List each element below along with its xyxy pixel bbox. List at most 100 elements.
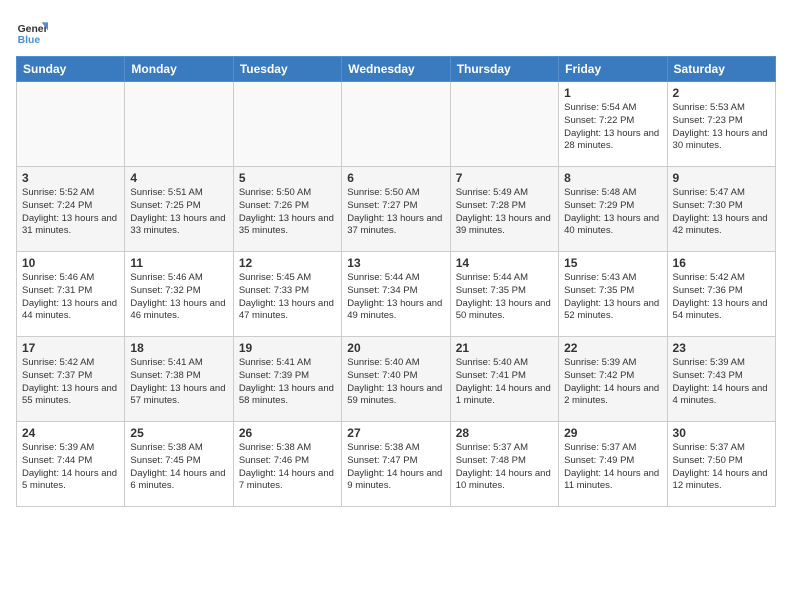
calendar-table: SundayMondayTuesdayWednesdayThursdayFrid… <box>16 56 776 507</box>
day-number: 14 <box>456 256 553 270</box>
calendar-cell <box>125 82 233 167</box>
calendar-week-0: 1 Sunrise: 5:54 AM Sunset: 7:22 PM Daylig… <box>17 82 776 167</box>
day-number: 25 <box>130 426 227 440</box>
day-number: 1 <box>564 86 661 100</box>
day-info: Sunrise: 5:41 AM Sunset: 7:38 PM Dayligh… <box>130 357 227 408</box>
day-info: Sunrise: 5:47 AM Sunset: 7:30 PM Dayligh… <box>673 187 770 238</box>
day-info: Sunrise: 5:40 AM Sunset: 7:40 PM Dayligh… <box>347 357 444 408</box>
calendar-cell: 19 Sunrise: 5:41 AM Sunset: 7:39 PM Dayli… <box>233 337 341 422</box>
day-info: Sunrise: 5:37 AM Sunset: 7:49 PM Dayligh… <box>564 442 661 493</box>
calendar-cell <box>450 82 558 167</box>
day-info: Sunrise: 5:38 AM Sunset: 7:46 PM Dayligh… <box>239 442 336 493</box>
calendar-cell: 3 Sunrise: 5:52 AM Sunset: 7:24 PM Daylig… <box>17 167 125 252</box>
day-info: Sunrise: 5:45 AM Sunset: 7:33 PM Dayligh… <box>239 272 336 323</box>
calendar-cell: 9 Sunrise: 5:47 AM Sunset: 7:30 PM Daylig… <box>667 167 775 252</box>
calendar-cell <box>233 82 341 167</box>
day-info: Sunrise: 5:46 AM Sunset: 7:32 PM Dayligh… <box>130 272 227 323</box>
day-info: Sunrise: 5:39 AM Sunset: 7:44 PM Dayligh… <box>22 442 119 493</box>
calendar-header-thursday: Thursday <box>450 57 558 82</box>
day-number: 30 <box>673 426 770 440</box>
calendar-header-friday: Friday <box>559 57 667 82</box>
day-number: 21 <box>456 341 553 355</box>
day-number: 4 <box>130 171 227 185</box>
svg-text:General: General <box>18 24 48 35</box>
day-number: 15 <box>564 256 661 270</box>
calendar-cell: 24Sunrise: 5:39 AM Sunset: 7:44 PM Dayli… <box>17 422 125 507</box>
day-info: Sunrise: 5:50 AM Sunset: 7:27 PM Dayligh… <box>347 187 444 238</box>
day-info: Sunrise: 5:50 AM Sunset: 7:26 PM Dayligh… <box>239 187 336 238</box>
calendar-cell: 21 Sunrise: 5:40 AM Sunset: 7:41 PM Dayli… <box>450 337 558 422</box>
day-info: Sunrise: 5:54 AM Sunset: 7:22 PM Dayligh… <box>564 102 661 153</box>
day-number: 2 <box>673 86 770 100</box>
calendar-header-sunday: Sunday <box>17 57 125 82</box>
calendar-cell: 20 Sunrise: 5:40 AM Sunset: 7:40 PM Dayli… <box>342 337 450 422</box>
day-info: Sunrise: 5:48 AM Sunset: 7:29 PM Dayligh… <box>564 187 661 238</box>
day-number: 8 <box>564 171 661 185</box>
day-number: 29 <box>564 426 661 440</box>
day-number: 17 <box>22 341 119 355</box>
day-number: 16 <box>673 256 770 270</box>
calendar-cell: 4Sunrise: 5:51 AM Sunset: 7:25 PM Daylig… <box>125 167 233 252</box>
logo: General Blue <box>16 16 48 48</box>
day-number: 26 <box>239 426 336 440</box>
calendar-cell: 16 Sunrise: 5:42 AM Sunset: 7:36 PM Dayli… <box>667 252 775 337</box>
day-info: Sunrise: 5:38 AM Sunset: 7:47 PM Dayligh… <box>347 442 444 493</box>
calendar-cell: 23 Sunrise: 5:39 AM Sunset: 7:43 PM Dayli… <box>667 337 775 422</box>
calendar-cell: 28Sunrise: 5:37 AM Sunset: 7:48 PM Dayli… <box>450 422 558 507</box>
calendar-cell <box>17 82 125 167</box>
day-info: Sunrise: 5:38 AM Sunset: 7:45 PM Dayligh… <box>130 442 227 493</box>
calendar-cell: 18Sunrise: 5:41 AM Sunset: 7:38 PM Dayli… <box>125 337 233 422</box>
calendar-cell: 17 Sunrise: 5:42 AM Sunset: 7:37 PM Dayli… <box>17 337 125 422</box>
day-info: Sunrise: 5:42 AM Sunset: 7:37 PM Dayligh… <box>22 357 119 408</box>
calendar-cell: 7Sunrise: 5:49 AM Sunset: 7:28 PM Daylig… <box>450 167 558 252</box>
day-info: Sunrise: 5:40 AM Sunset: 7:41 PM Dayligh… <box>456 357 553 408</box>
day-info: Sunrise: 5:39 AM Sunset: 7:42 PM Dayligh… <box>564 357 661 408</box>
calendar-week-1: 3 Sunrise: 5:52 AM Sunset: 7:24 PM Daylig… <box>17 167 776 252</box>
day-info: Sunrise: 5:46 AM Sunset: 7:31 PM Dayligh… <box>22 272 119 323</box>
calendar-cell: 13 Sunrise: 5:44 AM Sunset: 7:34 PM Dayli… <box>342 252 450 337</box>
day-number: 3 <box>22 171 119 185</box>
day-info: Sunrise: 5:44 AM Sunset: 7:35 PM Dayligh… <box>456 272 553 323</box>
day-info: Sunrise: 5:43 AM Sunset: 7:35 PM Dayligh… <box>564 272 661 323</box>
calendar-cell: 14 Sunrise: 5:44 AM Sunset: 7:35 PM Dayli… <box>450 252 558 337</box>
day-number: 27 <box>347 426 444 440</box>
day-info: Sunrise: 5:52 AM Sunset: 7:24 PM Dayligh… <box>22 187 119 238</box>
calendar-cell: 26 Sunrise: 5:38 AM Sunset: 7:46 PM Dayli… <box>233 422 341 507</box>
day-number: 12 <box>239 256 336 270</box>
calendar-cell: 29 Sunrise: 5:37 AM Sunset: 7:49 PM Dayli… <box>559 422 667 507</box>
calendar-cell: 5Sunrise: 5:50 AM Sunset: 7:26 PM Daylig… <box>233 167 341 252</box>
calendar-cell: 15 Sunrise: 5:43 AM Sunset: 7:35 PM Dayli… <box>559 252 667 337</box>
day-info: Sunrise: 5:49 AM Sunset: 7:28 PM Dayligh… <box>456 187 553 238</box>
day-info: Sunrise: 5:44 AM Sunset: 7:34 PM Dayligh… <box>347 272 444 323</box>
day-number: 23 <box>673 341 770 355</box>
day-number: 22 <box>564 341 661 355</box>
calendar-cell: 8 Sunrise: 5:48 AM Sunset: 7:29 PM Daylig… <box>559 167 667 252</box>
day-number: 20 <box>347 341 444 355</box>
svg-text:Blue: Blue <box>18 35 41 46</box>
day-number: 9 <box>673 171 770 185</box>
day-number: 6 <box>347 171 444 185</box>
day-number: 10 <box>22 256 119 270</box>
calendar-week-3: 17 Sunrise: 5:42 AM Sunset: 7:37 PM Dayli… <box>17 337 776 422</box>
calendar-cell: 27 Sunrise: 5:38 AM Sunset: 7:47 PM Dayli… <box>342 422 450 507</box>
day-info: Sunrise: 5:39 AM Sunset: 7:43 PM Dayligh… <box>673 357 770 408</box>
calendar-cell: 22 Sunrise: 5:39 AM Sunset: 7:42 PM Dayli… <box>559 337 667 422</box>
calendar-week-4: 24Sunrise: 5:39 AM Sunset: 7:44 PM Dayli… <box>17 422 776 507</box>
day-info: Sunrise: 5:42 AM Sunset: 7:36 PM Dayligh… <box>673 272 770 323</box>
calendar-cell: 12 Sunrise: 5:45 AM Sunset: 7:33 PM Dayli… <box>233 252 341 337</box>
calendar-cell: 11 Sunrise: 5:46 AM Sunset: 7:32 PM Dayli… <box>125 252 233 337</box>
calendar-cell: 10 Sunrise: 5:46 AM Sunset: 7:31 PM Dayli… <box>17 252 125 337</box>
calendar-cell: 6 Sunrise: 5:50 AM Sunset: 7:27 PM Daylig… <box>342 167 450 252</box>
day-info: Sunrise: 5:41 AM Sunset: 7:39 PM Dayligh… <box>239 357 336 408</box>
calendar-header-monday: Monday <box>125 57 233 82</box>
day-info: Sunrise: 5:53 AM Sunset: 7:23 PM Dayligh… <box>673 102 770 153</box>
header: General Blue <box>16 16 776 48</box>
day-number: 28 <box>456 426 553 440</box>
day-info: Sunrise: 5:37 AM Sunset: 7:50 PM Dayligh… <box>673 442 770 493</box>
day-number: 13 <box>347 256 444 270</box>
day-number: 11 <box>130 256 227 270</box>
calendar-header-tuesday: Tuesday <box>233 57 341 82</box>
day-number: 19 <box>239 341 336 355</box>
calendar-cell <box>342 82 450 167</box>
calendar-header-saturday: Saturday <box>667 57 775 82</box>
